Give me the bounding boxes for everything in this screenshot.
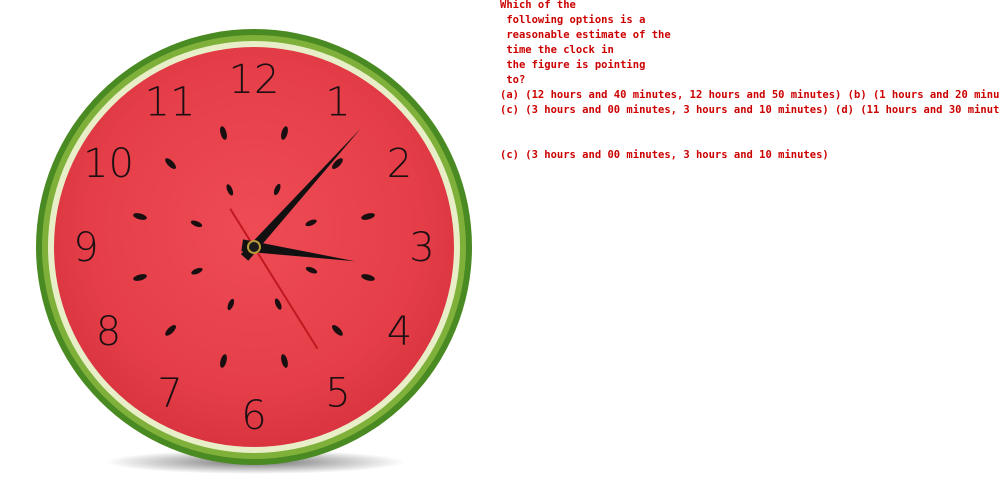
numeral-6: 6	[241, 393, 266, 439]
question-text: Which of the following options is a reas…	[500, 0, 671, 88]
numeral-12: 12	[229, 57, 280, 103]
numeral-1: 1	[325, 80, 350, 126]
question-line: to?	[500, 74, 526, 86]
options-line-1: (a) (12 hours and 40 minutes, 12 hours a…	[500, 89, 1000, 101]
center-cap	[247, 240, 261, 254]
numeral-10: 10	[83, 141, 134, 187]
numeral-3: 3	[409, 225, 434, 271]
numeral-11: 11	[145, 80, 196, 126]
options-line-2: (c) (3 hours and 00 minutes, 3 hours and…	[500, 104, 1000, 116]
numeral-9: 9	[73, 225, 98, 271]
question-line: reasonable estimate of the	[500, 29, 671, 41]
question-line: time the clock in	[500, 44, 614, 56]
numeral-4: 4	[387, 309, 412, 355]
question-line: following options is a	[500, 14, 646, 26]
numeral-5: 5	[325, 371, 350, 417]
numeral-2: 2	[387, 141, 412, 187]
numeral-7: 7	[157, 371, 182, 417]
answer-text: (c) (3 hours and 00 minutes, 3 hours and…	[500, 149, 829, 161]
question-line: Which of the	[500, 0, 576, 11]
question-line: the figure is pointing	[500, 59, 646, 71]
watermelon-clock-figure: 12 12 3 45 6 78 9 1011	[36, 29, 472, 474]
numeral-8: 8	[96, 309, 121, 355]
